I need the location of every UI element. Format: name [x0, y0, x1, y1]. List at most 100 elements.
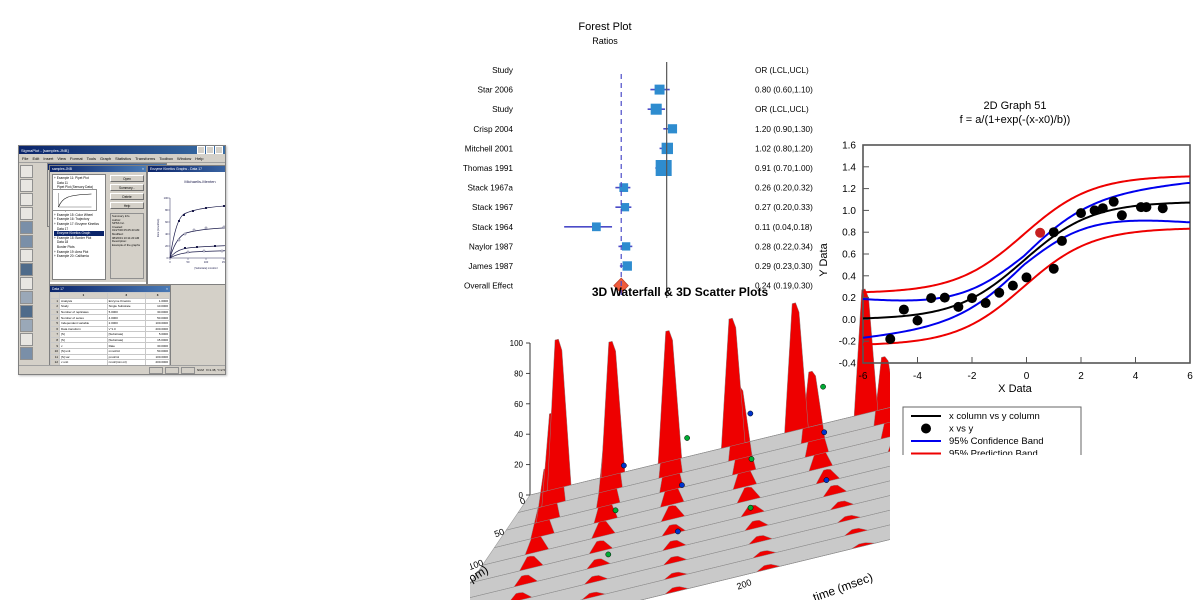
data-point[interactable]: [1076, 208, 1086, 219]
notebook-help-button[interactable]: Help: [110, 202, 144, 209]
notebook-delete-button[interactable]: Delete: [110, 193, 144, 200]
tool-3d-mesh-icon[interactable]: [20, 235, 33, 248]
waterfall-xaxis-title: time (msec): [811, 570, 875, 600]
menu-tools[interactable]: Tools: [87, 156, 96, 161]
tool-line-plot-icon[interactable]: [20, 165, 33, 178]
graph51-y-tick-label: 1.0: [842, 206, 856, 217]
tool-contour-icon[interactable]: [20, 263, 33, 276]
waterfall-scatter-point: [612, 507, 619, 514]
menu-format[interactable]: Format: [70, 156, 83, 161]
legend-label: 95% Prediction Band: [949, 449, 1038, 456]
notebook-title: samples.JNB: [52, 167, 72, 171]
tool-area-icon[interactable]: [20, 207, 33, 220]
tree-item[interactable]: + Example 20: California: [54, 254, 104, 259]
worksheet-grid[interactable]: 123 1 Analysis Enzyme Kinetics 1.0000 2 Study…: [50, 292, 170, 370]
tree-item[interactable]: + Example 17: Enzyme Kinetics: [54, 222, 104, 227]
graph-title-bar: Enzyme Kinetics Graphs - Data 17 ×: [148, 166, 225, 172]
forest-study-label: Stack 1964: [472, 223, 513, 232]
graph-window-title: Enzyme Kinetics Graphs - Data 17: [150, 167, 203, 171]
summary-lines: Author: SPSS Inc. Created: 01/27/00 05:25:4…: [112, 218, 142, 248]
menu-statistics[interactable]: Statistics: [115, 156, 131, 161]
sigmaplot-application-window[interactable]: SigmaPlot - [samples.JNB] File Edit Insert…: [18, 145, 226, 375]
data-point[interactable]: [1007, 280, 1018, 291]
app-toolbar[interactable]: [19, 163, 47, 374]
tool-grid-icon[interactable]: [20, 179, 33, 192]
menu-transforms[interactable]: Transforms: [135, 156, 155, 161]
data-point[interactable]: [1048, 263, 1059, 274]
notebook-window[interactable]: samples.JNB × + Example 11: Pipet Plot Da…: [49, 165, 147, 285]
data-point[interactable]: [1048, 227, 1059, 238]
notebook-open-button[interactable]: Open: [110, 175, 144, 182]
menu-file[interactable]: File: [22, 156, 28, 161]
status-coordinates: X=1.38, Y=2.5: [205, 368, 225, 372]
tool-polar-icon[interactable]: [20, 249, 33, 262]
tool-box-plot-icon[interactable]: [20, 305, 33, 318]
menu-graph[interactable]: Graph: [100, 156, 111, 161]
waterfall-z-tick-label: 60: [514, 400, 523, 409]
graph51-yaxis-label: Y Data: [818, 242, 830, 276]
data-point[interactable]: [1141, 202, 1152, 213]
status-slot-1: [149, 366, 164, 374]
graph51-data-points: [885, 196, 1168, 345]
graph51-y-tick-label: 0.6: [842, 250, 856, 261]
forest-effect-marker: [620, 203, 630, 212]
graph51-y-tick-label: 0.2: [842, 293, 856, 304]
forest-study-label: Stack 1967a: [467, 184, 513, 193]
worksheet-close-icon[interactable]: ×: [166, 287, 168, 291]
menu-help[interactable]: Help: [195, 156, 203, 161]
tool-scatter-icon[interactable]: [20, 193, 33, 206]
menu-view[interactable]: View: [57, 156, 66, 161]
minimize-icon[interactable]: [197, 146, 205, 154]
waterfall-x-tick-label: 200: [735, 577, 753, 592]
data-point[interactable]: [1116, 210, 1127, 221]
tool-bar-chart-icon[interactable]: [20, 291, 33, 304]
close-icon[interactable]: [215, 146, 223, 154]
forest-study-label: Study: [492, 105, 514, 114]
notebook-close-icon[interactable]: ×: [142, 167, 144, 171]
data-point[interactable]: [980, 298, 991, 309]
forest-estimate-label: 0.27 (0.20,0.33): [755, 203, 813, 212]
graph51-y-tick-label: 0.0: [842, 315, 856, 326]
graph51-y-tick-label: 0.4: [842, 271, 856, 282]
tool-histogram-icon[interactable]: [20, 319, 33, 332]
data-point[interactable]: [1108, 196, 1119, 207]
worksheet-window[interactable]: Data 17 × 123 1 Analysis Enzyme Kinetics 1.…: [49, 285, 171, 373]
notebook-summary-button[interactable]: Summary...: [110, 184, 144, 191]
menu-edit[interactable]: Edit: [32, 156, 39, 161]
forest-effect-marker: [650, 103, 662, 115]
tool-3d-bar-icon[interactable]: [20, 221, 33, 234]
tool-ribbon-icon[interactable]: [20, 347, 33, 360]
graph-window[interactable]: Enzyme Kinetics Graphs - Data 17 × Micha…: [147, 165, 225, 285]
waterfall-scatter-point: [605, 551, 612, 558]
worksheet-grid-container[interactable]: 123 1 Analysis Enzyme Kinetics 1.0000 2 Study…: [50, 292, 170, 370]
data-point[interactable]: [898, 304, 909, 315]
graph51-x-tick-label: 6: [1187, 371, 1193, 382]
app-menu-bar[interactable]: File Edit Insert View Format Tools Graph Statis…: [19, 154, 225, 163]
graph51-x-tick-label: 4: [1133, 371, 1139, 382]
data-point[interactable]: [994, 287, 1005, 298]
legend-label: x vs y: [949, 424, 974, 435]
data-point[interactable]: [1056, 235, 1067, 246]
graph51-x-tick-label: -6: [859, 371, 868, 382]
menu-window[interactable]: Window: [177, 156, 191, 161]
tool-triangle-icon[interactable]: [20, 277, 33, 290]
data-point[interactable]: [953, 301, 964, 312]
tool-pie-icon[interactable]: [20, 333, 33, 346]
forest-effect-marker: [655, 160, 672, 176]
waterfall-scatter-point: [674, 528, 681, 535]
data-point[interactable]: [1097, 203, 1108, 214]
data-point[interactable]: [912, 315, 923, 326]
graph-canvas[interactable]: Michaelis-Menten 050100 150200: [148, 179, 225, 284]
data-point[interactable]: [1021, 272, 1032, 283]
menu-insert[interactable]: Insert: [43, 156, 53, 161]
data-point[interactable]: [939, 292, 950, 303]
data-point[interactable]: [967, 293, 977, 304]
menu-toolbox[interactable]: Toolbox: [159, 156, 173, 161]
maximize-icon[interactable]: [206, 146, 214, 154]
highlighted-data-point[interactable]: [1035, 227, 1046, 238]
worksheet-body[interactable]: 1 Analysis Enzyme Kinetics 1.0000 2 Study Sing…: [50, 297, 170, 370]
data-point[interactable]: [1157, 203, 1168, 214]
data-point[interactable]: [885, 334, 896, 345]
window-control-buttons[interactable]: [197, 146, 223, 154]
data-point[interactable]: [926, 293, 937, 304]
